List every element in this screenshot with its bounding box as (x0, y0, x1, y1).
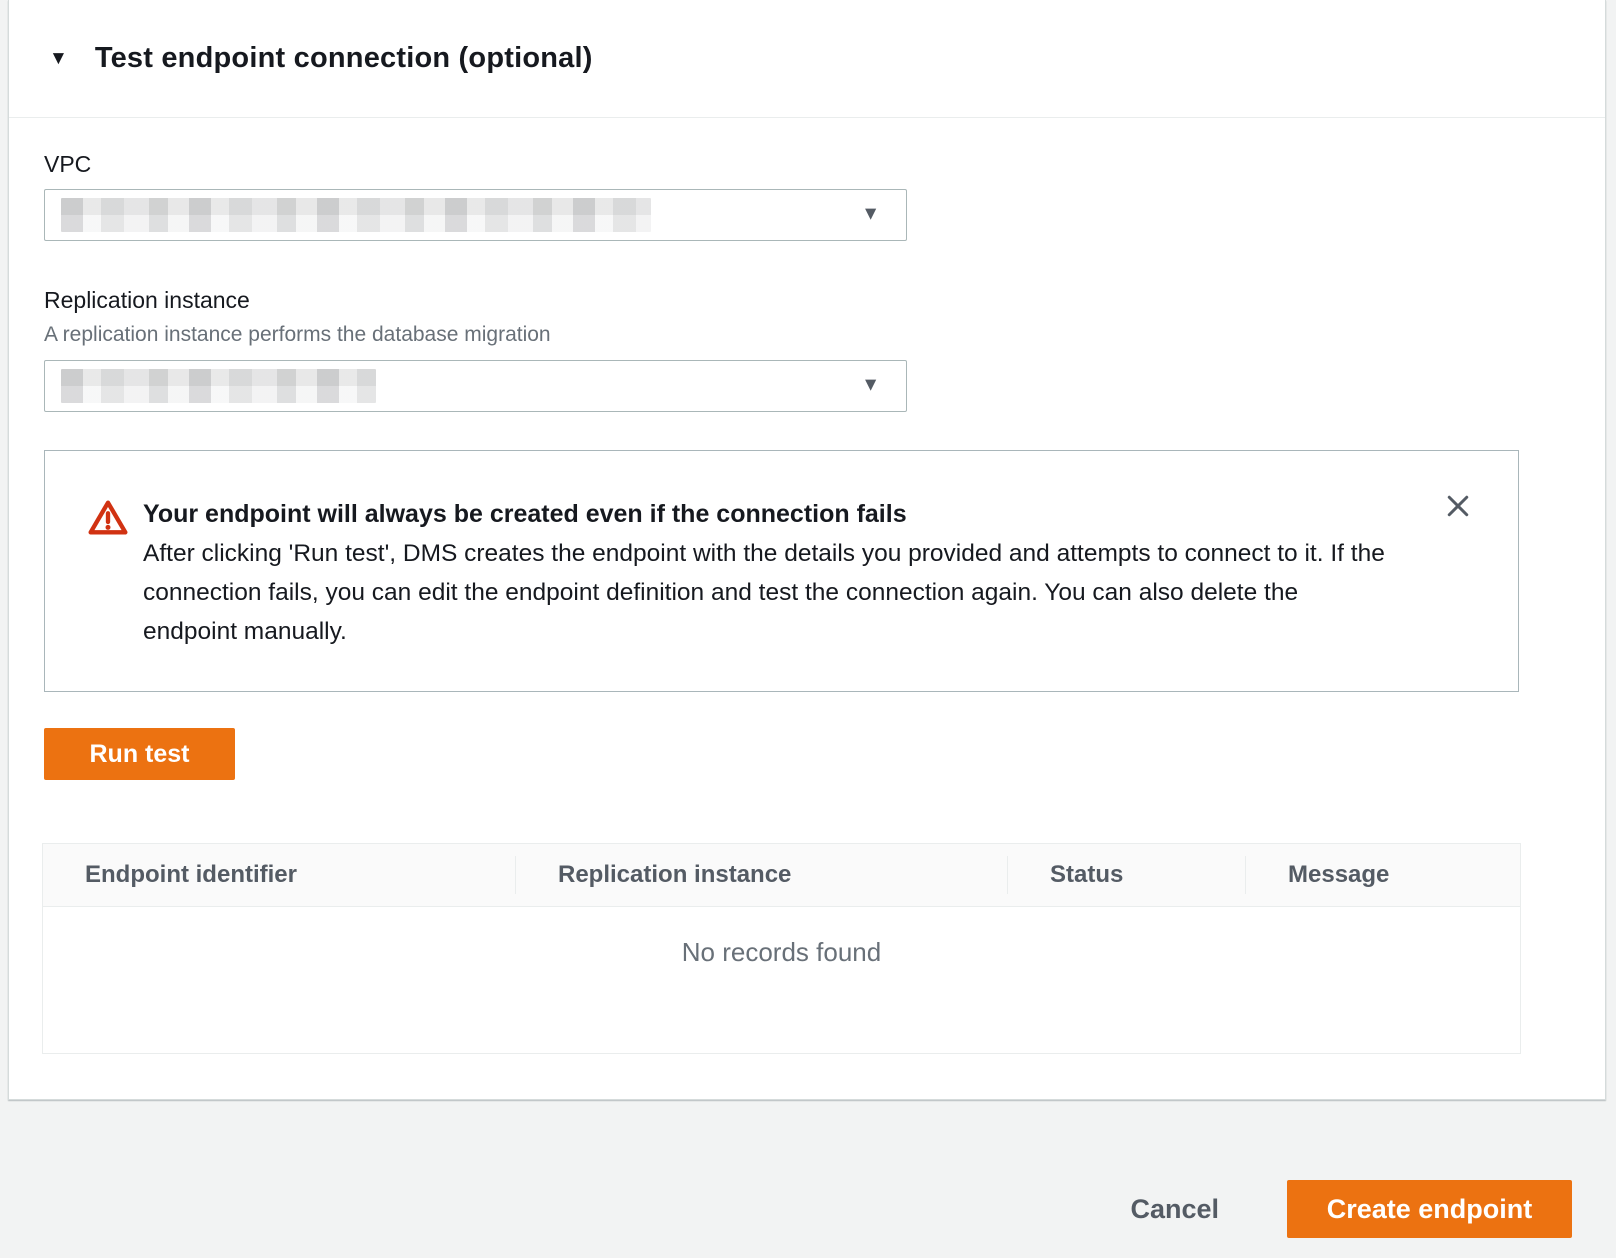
footer-actions: Cancel Create endpoint (1120, 1180, 1572, 1238)
panel-title: Test endpoint connection (optional) (95, 42, 593, 75)
replication-instance-redacted-value (61, 369, 376, 403)
warning-triangle-icon (87, 498, 129, 543)
table-header-row: Endpoint identifier Replication instance… (43, 844, 1520, 907)
create-endpoint-button[interactable]: Create endpoint (1287, 1180, 1572, 1238)
column-header-replication-instance: Replication instance (515, 856, 1007, 894)
cancel-button[interactable]: Cancel (1120, 1194, 1229, 1225)
chevron-down-icon: ▼ (861, 205, 880, 224)
panel-body: VPC ▼ Replication instance A replication… (9, 151, 1605, 1054)
run-test-button[interactable]: Run test (44, 728, 235, 780)
vpc-redacted-value (61, 198, 651, 232)
column-header-endpoint-identifier: Endpoint identifier (43, 856, 515, 894)
warning-title: Your endpoint will always be created eve… (143, 495, 1398, 534)
chevron-down-icon: ▼ (861, 376, 880, 395)
column-header-message: Message (1245, 856, 1520, 894)
warning-body: After clicking 'Run test', DMS creates t… (143, 534, 1398, 651)
column-header-status: Status (1007, 856, 1245, 894)
close-icon[interactable] (1442, 491, 1474, 523)
panel-header[interactable]: ▼ Test endpoint connection (optional) (9, 0, 1605, 118)
vpc-select[interactable]: ▼ (44, 189, 907, 241)
table-empty-message: No records found (43, 907, 1520, 1053)
vpc-label: VPC (44, 151, 1605, 178)
replication-instance-label: Replication instance (44, 287, 1605, 314)
replication-instance-description: A replication instance performs the data… (44, 323, 1605, 347)
test-results-table: Endpoint identifier Replication instance… (42, 843, 1521, 1054)
collapse-triangle-icon[interactable]: ▼ (49, 49, 68, 68)
page: ▼ Test endpoint connection (optional) VP… (0, 0, 1616, 1258)
test-endpoint-connection-panel: ▼ Test endpoint connection (optional) VP… (8, 0, 1606, 1100)
warning-alert: Your endpoint will always be created eve… (44, 450, 1519, 692)
replication-instance-select[interactable]: ▼ (44, 360, 907, 412)
